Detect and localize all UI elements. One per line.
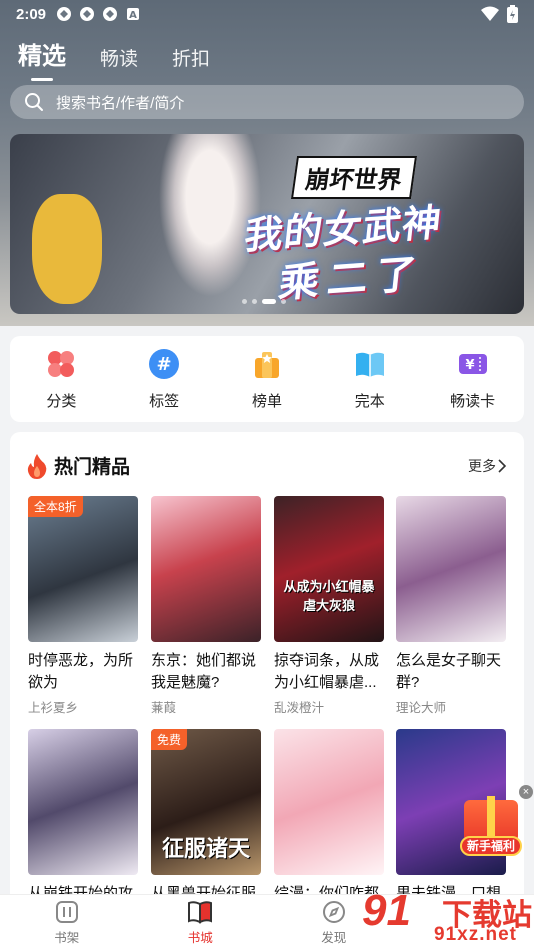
book-cover xyxy=(396,496,506,642)
svg-text:¥: ¥ xyxy=(465,358,474,373)
cover-title-text: 从成为小红帽暴虐大灰狼 xyxy=(283,579,375,613)
book-author: 理论大师 xyxy=(396,701,447,715)
nav-bookstore[interactable]: 书城 xyxy=(134,895,268,950)
category-rankings[interactable]: 榜单 xyxy=(227,348,307,411)
banner-title-small: 崩坏世界 xyxy=(290,156,418,199)
svg-text:A: A xyxy=(129,10,137,21)
book-title: 掠夺词条，从成为小红帽暴虐... xyxy=(274,652,380,691)
book-cover: 全本8折 xyxy=(28,496,138,642)
book-title: 时停恶龙，为所欲为 xyxy=(28,652,134,691)
ticket-icon: ¥ xyxy=(458,353,487,374)
nav-label: 书城 xyxy=(187,930,213,945)
trophy-icon xyxy=(254,351,279,378)
book-cover xyxy=(274,729,384,875)
category-label: 分类 xyxy=(46,392,77,410)
nav-label: 发现 xyxy=(321,930,347,945)
search-input[interactable]: 搜索书名/作者/简介 xyxy=(10,85,524,119)
carousel-dot xyxy=(252,299,257,304)
category-read-card[interactable]: ¥ 畅读卡 xyxy=(433,348,513,411)
wifi-icon xyxy=(481,6,499,21)
nav-label: 书架 xyxy=(54,930,80,945)
notification-app-icon xyxy=(103,7,118,21)
book-card[interactable]: 东京：她们都说我是魅魔? 蒹葭 xyxy=(151,496,261,716)
top-tabs: 精选 畅读 折扣 xyxy=(18,36,210,81)
carousel-indicator xyxy=(242,299,286,304)
carousel-dot xyxy=(281,299,286,304)
close-icon[interactable]: × xyxy=(519,785,533,799)
carousel-dot-active xyxy=(262,299,276,304)
book-cover xyxy=(151,496,261,642)
book-cover: 免费 征服诸天 xyxy=(151,729,261,875)
section-title: 热门精品 xyxy=(54,457,131,478)
book-card[interactable]: 怎么是女子聊天群? 理论大师 xyxy=(396,496,506,716)
free-badge: 免费 xyxy=(151,729,188,750)
notification-app-icon xyxy=(57,7,72,21)
open-book-icon xyxy=(355,352,384,377)
cover-title-text: 征服诸天 xyxy=(161,836,250,861)
flame-icon xyxy=(27,453,47,479)
book-card[interactable]: 从成为小红帽暴虐大灰狼 掠夺词条，从成为小红帽暴虐... 乱泼橙汁 xyxy=(274,496,384,716)
discount-badge: 全本8折 xyxy=(28,496,83,517)
search-icon xyxy=(25,93,43,111)
category-label: 完本 xyxy=(354,392,385,410)
book-card[interactable]: 全本8折 时停恶龙，为所欲为 上衫夏乡 xyxy=(28,496,138,716)
category-label: 标签 xyxy=(149,392,180,410)
category-label: 榜单 xyxy=(251,392,282,410)
site-watermark: 91 下载站 91xz.net xyxy=(362,884,534,950)
gift-label: 新手福利 xyxy=(460,836,522,856)
book-title: 东京：她们都说我是魅魔? xyxy=(151,652,257,691)
book-author: 蒹葭 xyxy=(151,701,177,715)
carousel-dot xyxy=(242,299,247,304)
battery-icon xyxy=(507,5,518,23)
more-label: 更多 xyxy=(468,458,496,474)
hot-section: 热门精品 更多 全本8折 时停恶龙，为所欲为 上衫夏乡 东京：她们都说我是魅魔?… xyxy=(10,432,524,902)
tab-free-read[interactable]: 畅读 xyxy=(100,44,138,77)
banner-mascot-image xyxy=(32,194,102,304)
banner-title-line2: 乘二了 xyxy=(276,252,427,306)
chevron-right-icon xyxy=(498,459,507,473)
hashtag-icon: # xyxy=(149,348,180,379)
newbie-gift-float-button[interactable]: 新手福利 xyxy=(458,790,524,860)
book-author: 上衫夏乡 xyxy=(28,701,79,715)
status-bar: 2:09 A xyxy=(0,0,534,28)
nav-bookshelf[interactable]: 书架 xyxy=(0,895,134,950)
category-grid: 分类 # 标签 榜单 完本 ¥ 畅读卡 xyxy=(10,336,524,422)
compass-icon xyxy=(322,900,345,923)
book-cover xyxy=(28,729,138,875)
book-card[interactable]: 综漫：你们咋都 xyxy=(274,729,384,905)
category-classify[interactable]: 分类 xyxy=(21,348,101,411)
banner-carousel[interactable]: 崩坏世界 我的女武神 乘二了 xyxy=(10,134,524,314)
watermark-number: 91 xyxy=(362,886,411,935)
book-icon xyxy=(188,900,213,924)
book-card[interactable]: 从崩铁开始的攻 xyxy=(28,729,138,905)
category-completed[interactable]: 完本 xyxy=(330,348,410,411)
clover-icon xyxy=(48,350,75,377)
book-card[interactable]: 免费 征服诸天 从黑兽开始征服 xyxy=(151,729,261,905)
category-tags[interactable]: # 标签 xyxy=(124,348,204,411)
svg-text:#: # xyxy=(157,354,172,375)
text-notification-icon: A xyxy=(127,8,140,21)
search-placeholder: 搜索书名/作者/简介 xyxy=(56,94,185,112)
watermark-url: 91xz.net xyxy=(434,924,517,945)
book-title: 怎么是女子聊天群? xyxy=(396,652,502,691)
more-link[interactable]: 更多 xyxy=(468,456,508,476)
notification-app-icon xyxy=(80,7,95,21)
bookshelf-icon xyxy=(55,900,78,923)
tab-featured[interactable]: 精选 xyxy=(18,36,66,81)
section-header: 热门精品 xyxy=(26,452,130,479)
status-time: 2:09 xyxy=(16,5,47,23)
book-author: 乱泼橙汁 xyxy=(274,701,325,715)
book-cover: 从成为小红帽暴虐大灰狼 xyxy=(274,496,384,642)
category-label: 畅读卡 xyxy=(450,392,496,410)
tab-discount[interactable]: 折扣 xyxy=(172,44,210,77)
